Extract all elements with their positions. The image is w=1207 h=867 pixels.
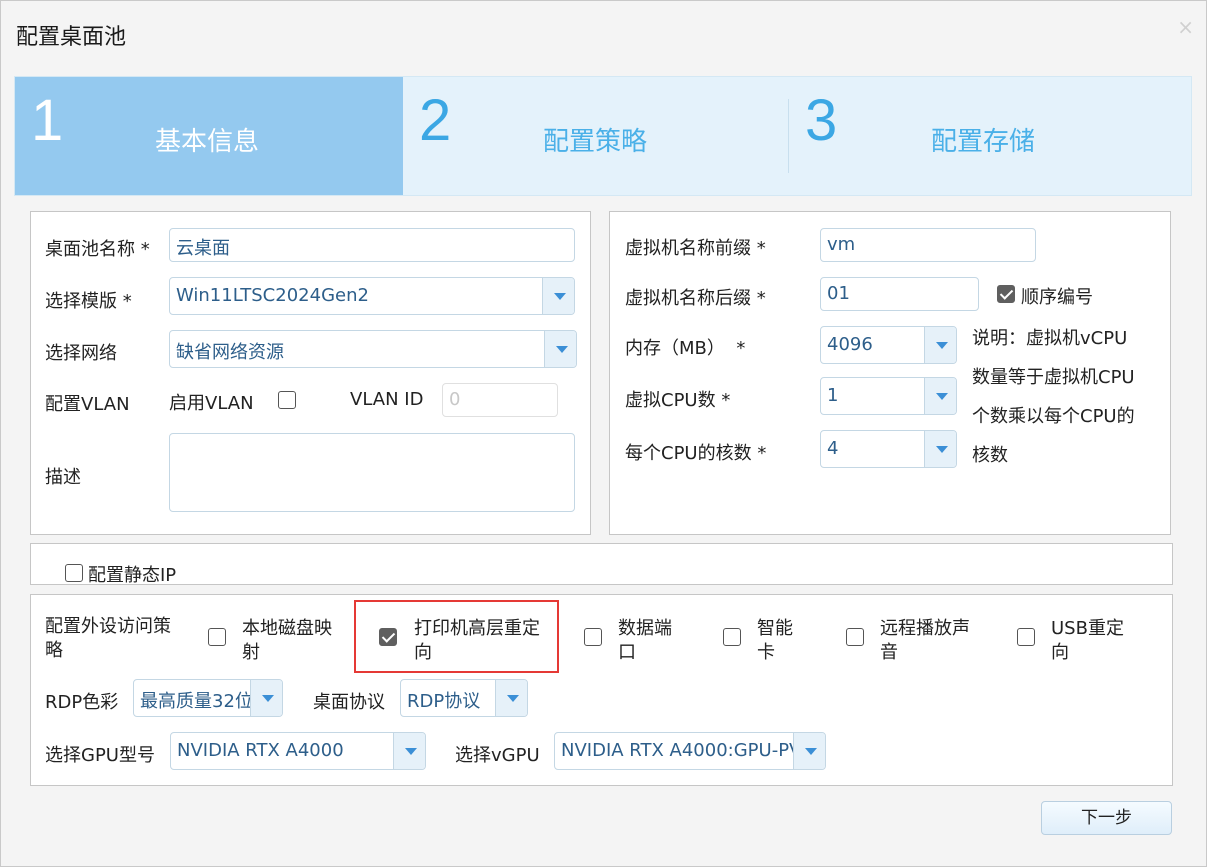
template-label: 选择模版 * bbox=[45, 291, 132, 312]
wizard-steps: 1 基本信息 2 配置策略 3 配置存储 bbox=[14, 76, 1192, 196]
vgpu-select[interactable]: NVIDIA RTX A4000:GPU-PV bbox=[554, 732, 826, 770]
cores-per-cpu-label: 每个CPU的核数 * bbox=[625, 443, 767, 464]
local-disk-mapping-checkbox[interactable] bbox=[208, 628, 226, 646]
cores-per-cpu-select[interactable]: 4 bbox=[820, 430, 957, 468]
chevron-down-icon[interactable] bbox=[924, 431, 956, 467]
chevron-down-icon[interactable] bbox=[542, 278, 574, 314]
remote-audio-checkbox[interactable] bbox=[846, 628, 864, 646]
step-number: 1 bbox=[31, 88, 64, 153]
rdp-color-select[interactable]: 最高质量32位 bbox=[133, 679, 283, 717]
vm-prefix-label: 虚拟机名称前缀 * bbox=[625, 238, 766, 259]
chevron-down-icon[interactable] bbox=[393, 733, 425, 769]
step-number: 3 bbox=[805, 88, 838, 153]
memory-select[interactable]: 4096 bbox=[820, 326, 957, 364]
close-icon[interactable]: × bbox=[1177, 15, 1194, 39]
sequential-number-label: 顺序编号 bbox=[1021, 287, 1093, 308]
step-label: 配置存储 bbox=[931, 127, 1036, 157]
peripheral-policy-label: 配置外设访问策略 bbox=[45, 616, 171, 661]
basic-info-panel: 桌面池名称 * 云桌面 选择模版 * Win11LTSC2024Gen2 选择网… bbox=[30, 211, 591, 535]
static-ip-checkbox[interactable] bbox=[65, 564, 83, 582]
gpu-model-label: 选择GPU型号 bbox=[45, 745, 155, 766]
usb-redirect-label: USB重定向 bbox=[1051, 618, 1124, 663]
remote-audio-label: 远程播放声音 bbox=[880, 618, 970, 663]
vcpu-note: 说明：虚拟机vCPU 数量等于虚拟机CPU 个数乘以每个CPU的 核数 bbox=[972, 328, 1135, 466]
memory-label: 内存（MB） * bbox=[625, 338, 746, 359]
desktop-protocol-label: 桌面协议 bbox=[313, 692, 385, 713]
configure-desktop-pool-dialog: 配置桌面池 × 1 基本信息 2 配置策略 3 配置存储 桌面池名称 * 云桌面… bbox=[0, 0, 1207, 867]
chevron-down-icon[interactable] bbox=[495, 680, 527, 716]
template-select[interactable]: Win11LTSC2024Gen2 bbox=[169, 277, 575, 315]
vcpu-count-label: 虚拟CPU数 * bbox=[625, 390, 731, 411]
next-step-button[interactable]: 下一步 bbox=[1041, 801, 1172, 835]
gpu-model-select[interactable]: NVIDIA RTX A4000 bbox=[170, 732, 426, 770]
step-configure-policy[interactable]: 2 配置策略 bbox=[403, 77, 789, 195]
usb-redirect-checkbox[interactable] bbox=[1017, 628, 1035, 646]
vcpu-count-select[interactable]: 1 bbox=[820, 377, 957, 415]
vm-suffix-input[interactable]: 01 bbox=[820, 277, 979, 311]
enable-vlan-checkbox[interactable] bbox=[278, 391, 296, 409]
pool-name-input[interactable]: 云桌面 bbox=[169, 228, 575, 262]
chevron-down-icon[interactable] bbox=[544, 331, 576, 367]
step-label: 配置策略 bbox=[543, 127, 648, 157]
vlan-id-label: VLAN ID bbox=[350, 389, 424, 410]
enable-vlan-label: 启用VLAN bbox=[169, 393, 254, 414]
peripheral-policy-panel: 配置外设访问策略 本地磁盘映射 打印机高层重定向 数据端口 智能卡 远程播放声音… bbox=[30, 594, 1173, 786]
rdp-color-label: RDP色彩 bbox=[45, 692, 119, 713]
step-configure-storage[interactable]: 3 配置存储 bbox=[789, 77, 1191, 195]
pool-name-label: 桌面池名称 * bbox=[45, 239, 150, 260]
network-select[interactable]: 缺省网络资源 bbox=[169, 330, 577, 368]
vm-prefix-input[interactable]: vm bbox=[820, 228, 1036, 262]
vgpu-label: 选择vGPU bbox=[455, 745, 540, 766]
sequential-number-checkbox[interactable] bbox=[997, 285, 1015, 303]
step-label: 基本信息 bbox=[155, 127, 260, 157]
desktop-protocol-select[interactable]: RDP协议 bbox=[400, 679, 528, 717]
chevron-down-icon[interactable] bbox=[924, 378, 956, 414]
chevron-down-icon[interactable] bbox=[793, 733, 825, 769]
network-label: 选择网络 bbox=[45, 343, 117, 364]
title-bar: 配置桌面池 × bbox=[1, 1, 1206, 67]
static-ip-panel: 配置静态IP bbox=[30, 543, 1173, 586]
description-textarea[interactable] bbox=[169, 433, 575, 512]
smart-card-label: 智能卡 bbox=[757, 618, 793, 663]
vlan-id-input[interactable]: 0 bbox=[442, 383, 558, 417]
data-port-checkbox[interactable] bbox=[584, 628, 602, 646]
dialog-title: 配置桌面池 bbox=[16, 25, 127, 50]
chevron-down-icon[interactable] bbox=[250, 680, 282, 716]
highlight-box bbox=[354, 600, 559, 673]
smart-card-checkbox[interactable] bbox=[723, 628, 741, 646]
vlan-label: 配置VLAN bbox=[45, 394, 130, 415]
data-port-label: 数据端口 bbox=[618, 618, 672, 663]
chevron-down-icon[interactable] bbox=[924, 327, 956, 363]
vm-suffix-label: 虚拟机名称后缀 * bbox=[625, 288, 766, 309]
step-number: 2 bbox=[419, 88, 452, 153]
static-ip-label: 配置静态IP bbox=[88, 565, 177, 586]
description-label: 描述 bbox=[45, 467, 81, 488]
step-basic-info[interactable]: 1 基本信息 bbox=[15, 77, 403, 195]
local-disk-mapping-label: 本地磁盘映射 bbox=[242, 618, 332, 663]
vm-config-panel: 虚拟机名称前缀 * vm 虚拟机名称后缀 * 01 顺序编号 内存（MB） * … bbox=[609, 211, 1171, 535]
